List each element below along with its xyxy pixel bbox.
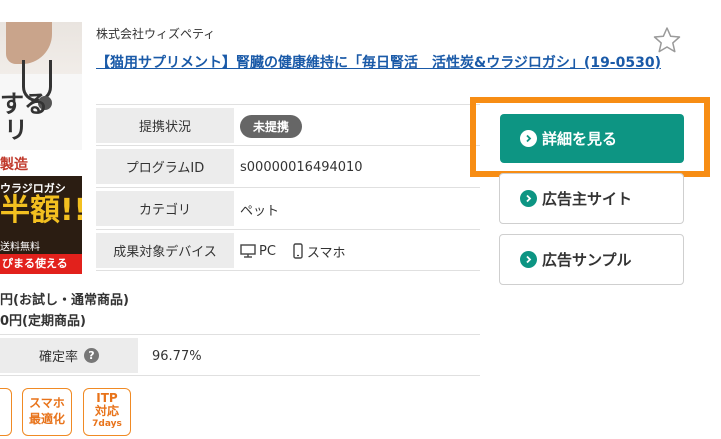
advertiser-name: 株式会社ウィズペティ	[96, 27, 216, 41]
confirmation-rate-label: 確定率	[38, 350, 78, 365]
feature-tag-itp: ITP 対応 7days	[83, 388, 131, 436]
banner-made-label: 製造	[0, 157, 28, 173]
feature-tag-cropped	[0, 388, 12, 436]
device-sp-label: スマホ	[306, 245, 346, 261]
info-row-partnership: 提携状況 未提携	[96, 104, 480, 146]
category-value: ペット	[240, 203, 280, 219]
banner-red-strip: ぴまる使える	[0, 254, 82, 274]
smartphone-icon	[293, 243, 303, 259]
device-pc-label: PC	[259, 243, 276, 259]
confirmation-rate-value: 96.77%	[152, 348, 202, 364]
confirmation-rate-row: 確定率 ? 96.77%	[0, 334, 480, 376]
ad-sample-label: 広告サンプル	[542, 251, 632, 269]
chevron-right-icon	[520, 251, 537, 268]
device-label: 成果対象デバイス	[96, 233, 234, 268]
banner-half-price-text: 半額!!	[0, 193, 82, 228]
ad-sample-button[interactable]: 広告サンプル	[499, 234, 684, 285]
info-row-device: 成果対象デバイス PC スマホ	[96, 229, 480, 271]
program-title-link[interactable]: 【猫用サプリメント】腎臓の健康維持に「毎日腎活 活性炭&ウラジロガシ」(19-0…	[96, 51, 661, 75]
banner-text-1: する	[0, 90, 48, 118]
partnership-label: 提携状況	[96, 108, 234, 143]
price-trial: 円(お試し・通常商品)	[0, 293, 129, 308]
partnership-status-badge: 未提携	[240, 114, 303, 138]
chevron-right-icon	[520, 190, 537, 207]
banner-shipping-text: 送料無料	[0, 242, 40, 253]
pc-icon	[240, 244, 256, 258]
program-id-label: プログラムID	[96, 149, 234, 184]
banner-text-2: リ	[4, 116, 28, 144]
feature-tag-smartphone-optimized: スマホ 最適化	[22, 388, 72, 436]
info-row-category: カテゴリ ペット	[96, 187, 480, 229]
chevron-right-icon	[520, 130, 537, 147]
price-subscription: 0円(定期商品)	[0, 314, 86, 329]
view-details-label: 詳細を見る	[542, 130, 618, 148]
banner-offer-panel: ウラジロガシ 半額!! 送料無料 ぴまる使える	[0, 176, 82, 274]
help-icon[interactable]: ?	[84, 348, 99, 363]
view-details-button[interactable]: 詳細を見る	[500, 114, 684, 163]
info-row-program-id: プログラムID s00000016494010	[96, 145, 480, 187]
advertiser-site-button[interactable]: 広告主サイト	[499, 173, 684, 224]
doctor-photo: する リ	[0, 22, 82, 150]
category-label: カテゴリ	[96, 191, 234, 226]
program-id-value: s00000016494010	[240, 159, 363, 175]
product-banner-image[interactable]: する リ 製造 ウラジロガシ 半額!! 送料無料 ぴまる使える	[0, 22, 82, 274]
advertiser-site-label: 広告主サイト	[542, 190, 633, 208]
